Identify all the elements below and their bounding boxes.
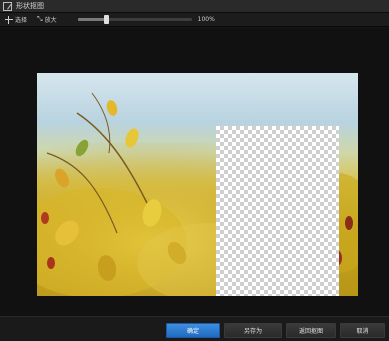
- toolbar: 选择 ⤡ 放大 100%: [0, 13, 389, 27]
- transparent-region: [216, 126, 339, 296]
- zoom-value: 100%: [197, 16, 215, 23]
- zoom-slider[interactable]: [77, 15, 192, 24]
- confirm-button[interactable]: 确定: [166, 323, 220, 338]
- zoom-tool-label: 放大: [44, 17, 57, 24]
- zoom-slider-fill: [77, 18, 107, 21]
- shape-cutout-window: 形状抠图 选择 ⤡ 放大 100% 确定 另存为 返回抠图 取消: [0, 0, 389, 341]
- zoom-icon: ⤡: [37, 15, 43, 23]
- crosshair-icon: [5, 15, 13, 24]
- select-tool-button[interactable]: 选择: [0, 13, 32, 27]
- select-tool-label: 选择: [15, 17, 28, 24]
- title-bar: 形状抠图: [0, 0, 389, 13]
- zoom-slider-thumb[interactable]: [104, 15, 110, 24]
- cancel-button[interactable]: 取消: [340, 323, 385, 338]
- bottom-bar: 确定 另存为 返回抠图 取消: [0, 316, 389, 341]
- window-title: 形状抠图: [16, 2, 44, 10]
- back-to-cutout-button[interactable]: 返回抠图: [286, 323, 336, 338]
- zoom-tool-button[interactable]: ⤡ 放大: [32, 13, 62, 27]
- editing-canvas[interactable]: [0, 28, 389, 316]
- edit-pen-icon: [3, 1, 12, 11]
- save-as-button[interactable]: 另存为: [224, 323, 282, 338]
